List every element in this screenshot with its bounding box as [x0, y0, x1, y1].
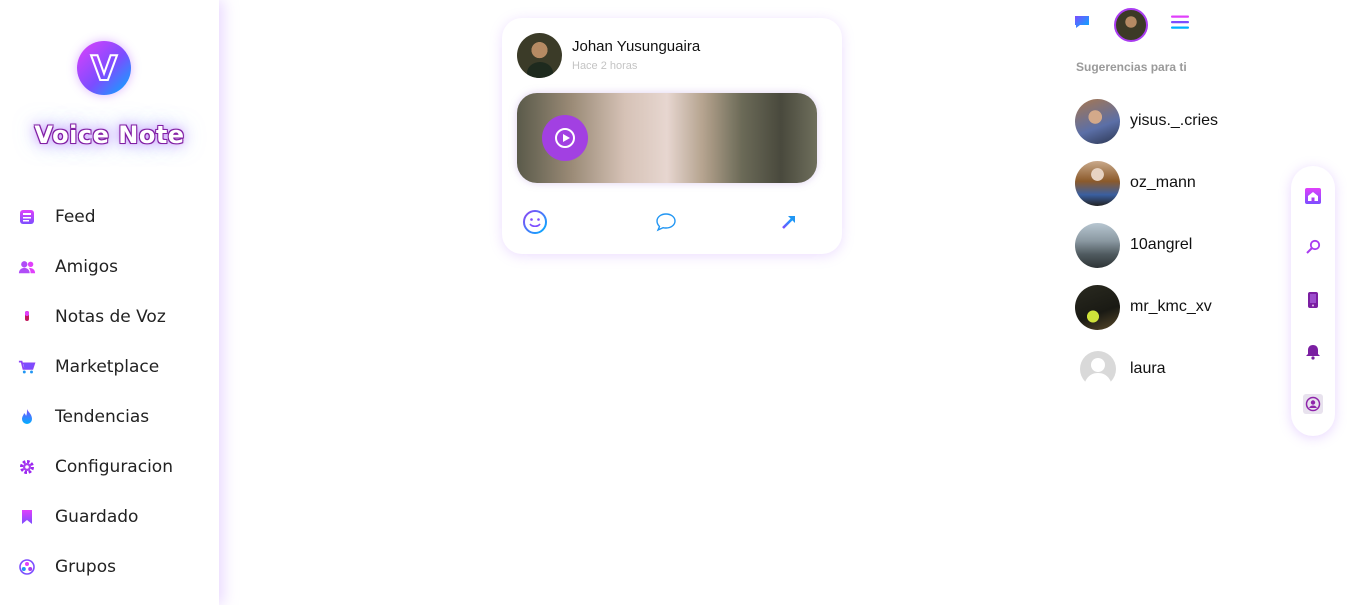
gear-icon	[18, 458, 36, 476]
phone-icon[interactable]	[1303, 290, 1323, 310]
user-icon[interactable]	[1303, 394, 1323, 414]
logo-letter: V	[90, 49, 118, 89]
sidebar-item-label: Marketplace	[55, 357, 160, 377]
sidebar-item-label: Notas de Voz	[55, 307, 166, 327]
default-avatar-icon[interactable]	[1075, 346, 1120, 392]
sidebar-item-tendencias[interactable]: Tendencias	[0, 392, 219, 442]
microphone-icon	[18, 308, 36, 326]
home-icon[interactable]	[1303, 186, 1323, 206]
sidebar-item-label: Tendencias	[55, 407, 150, 427]
v-logo-icon[interactable]: V	[77, 41, 131, 95]
voice-note-player[interactable]	[517, 93, 817, 183]
sidebar-item-notas-de-voz[interactable]: Notas de Voz	[0, 292, 219, 342]
post-actions	[502, 208, 842, 236]
brand-name[interactable]: Voice Note	[0, 121, 219, 149]
flame-icon	[18, 408, 36, 426]
play-icon	[555, 128, 575, 148]
cart-icon	[18, 358, 36, 376]
post-card: Johan Yusunguaira Hace 2 horas	[502, 18, 842, 254]
search-icon[interactable]	[1303, 237, 1323, 257]
sidebar: V Voice Note Feed Amigos Notas de Voz Ma	[0, 0, 219, 605]
avatar[interactable]	[1075, 160, 1120, 206]
sidebar-item-configuracion[interactable]: Configuracion	[0, 442, 219, 492]
profile-avatar[interactable]	[1114, 8, 1148, 42]
emoji-icon[interactable]	[521, 208, 549, 236]
sidebar-item-label: Configuracion	[55, 457, 173, 477]
sidebar-item-marketplace[interactable]: Marketplace	[0, 342, 219, 392]
play-button[interactable]	[542, 115, 588, 161]
suggestion-item[interactable]: mr_kmc_xv	[1075, 276, 1275, 338]
suggestions-title: Sugerencias para ti	[1076, 60, 1187, 74]
sidebar-item-feed[interactable]: Feed	[0, 192, 219, 242]
sidebar-item-label: Feed	[55, 207, 96, 227]
avatar[interactable]	[1075, 222, 1120, 268]
post-timestamp: Hace 2 horas	[572, 60, 638, 72]
suggestion-item[interactable]: oz_mann	[1075, 152, 1275, 214]
suggestion-username[interactable]: oz_mann	[1130, 174, 1196, 192]
avatar[interactable]	[1075, 98, 1120, 144]
suggestion-item[interactable]: laura	[1075, 338, 1275, 400]
bookmark-icon	[18, 508, 36, 526]
suggestion-username[interactable]: yisus._.cries	[1130, 112, 1218, 130]
suggestion-item[interactable]: yisus._.cries	[1075, 90, 1275, 152]
friends-icon	[18, 258, 36, 276]
suggestion-username[interactable]: 10angrel	[1130, 236, 1192, 254]
menu-icon[interactable]	[1170, 13, 1190, 31]
share-icon[interactable]	[775, 208, 803, 236]
avatar[interactable]	[1075, 284, 1120, 330]
sidebar-item-grupos[interactable]: Grupos	[0, 542, 219, 592]
suggestion-item[interactable]: 10angrel	[1075, 214, 1275, 276]
groups-icon	[18, 558, 36, 576]
author-avatar[interactable]	[517, 33, 562, 78]
messages-icon[interactable]	[1073, 13, 1091, 31]
suggestion-username[interactable]: laura	[1130, 360, 1166, 378]
feed-icon	[18, 208, 36, 226]
sidebar-item-label: Grupos	[55, 557, 116, 577]
sidebar-nav: Feed Amigos Notas de Voz Marketplace Ten…	[0, 192, 219, 592]
sidebar-item-guardado[interactable]: Guardado	[0, 492, 219, 542]
suggestion-username[interactable]: mr_kmc_xv	[1130, 298, 1212, 316]
sidebar-item-label: Guardado	[55, 507, 139, 527]
sidebar-item-label: Amigos	[55, 257, 118, 277]
floating-nav	[1291, 166, 1335, 436]
sidebar-item-amigos[interactable]: Amigos	[0, 242, 219, 292]
suggestions-list: yisus._.cries oz_mann 10angrel mr_kmc_xv…	[1075, 90, 1275, 400]
bell-icon[interactable]	[1303, 342, 1323, 362]
comment-icon[interactable]	[652, 208, 680, 236]
post-author[interactable]: Johan Yusunguaira	[572, 38, 700, 55]
